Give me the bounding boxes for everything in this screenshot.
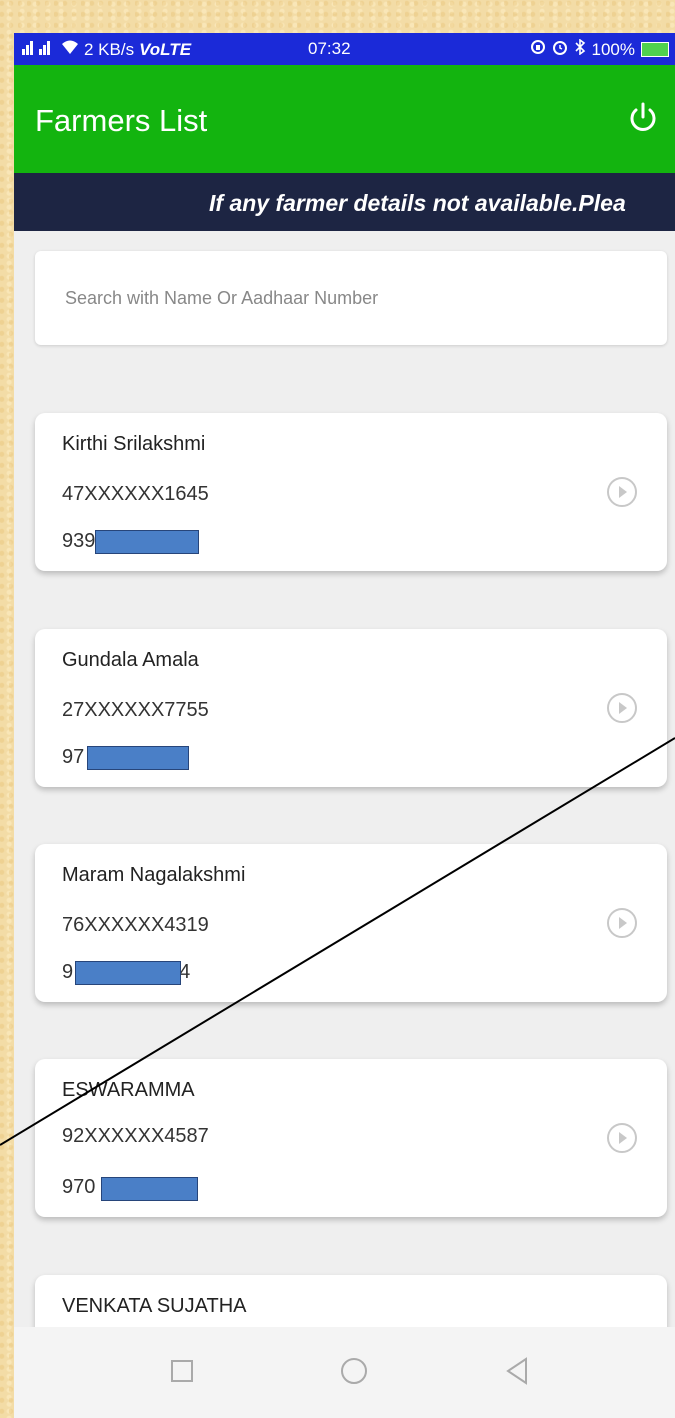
recents-square-icon[interactable]: [162, 1351, 202, 1391]
status-bar: 2 KB/s VoLTE 07:32 100%: [14, 33, 675, 65]
farmer-aadhaar: 27XXXXXX7755: [62, 699, 209, 721]
farmer-phone: 970: [62, 1176, 96, 1198]
phone-screen: 2 KB/s VoLTE 07:32 100% Farmers List If …: [14, 33, 675, 1418]
play-arrow-icon[interactable]: [605, 1121, 639, 1155]
search-box[interactable]: [35, 251, 667, 345]
farmer-card[interactable]: Maram Nagalakshmi 76XXXXXX4319 94: [35, 844, 667, 1002]
back-triangle-icon[interactable]: [498, 1351, 538, 1391]
farmer-name: Maram Nagalakshmi: [62, 864, 246, 886]
system-nav-bar: [14, 1327, 675, 1418]
app-bar: Farmers List: [14, 65, 675, 173]
farmer-name: Gundala Amala: [62, 649, 199, 671]
farmer-aadhaar: 92XXXXXX4587: [62, 1125, 209, 1147]
network-speed: 2 KB/s: [84, 39, 135, 59]
redaction-mask: [101, 1177, 198, 1201]
signal-icon: [22, 39, 56, 60]
lock-rotation-icon: [530, 39, 546, 60]
bluetooth-icon: [574, 38, 586, 60]
redaction-mask: [95, 530, 199, 554]
redaction-mask: [87, 746, 189, 770]
farmer-card[interactable]: ESWARAMMA 92XXXXXX4587 970: [35, 1059, 667, 1217]
home-circle-icon[interactable]: [334, 1351, 374, 1391]
farmer-phone: 939: [62, 530, 96, 552]
play-arrow-icon[interactable]: [605, 691, 639, 725]
farmer-aadhaar: 47XXXXXX1645: [62, 483, 209, 505]
notice-banner: If any farmer details not available.Plea: [14, 173, 675, 231]
wifi-icon: [61, 39, 79, 60]
farmer-card[interactable]: Gundala Amala 27XXXXXX7755 97: [35, 629, 667, 787]
farmer-phone: 97: [62, 746, 85, 768]
notice-text: If any farmer details not available.Plea: [209, 190, 626, 216]
play-arrow-icon[interactable]: [605, 906, 639, 940]
play-arrow-icon[interactable]: [605, 475, 639, 509]
farmer-name: ESWARAMMA: [62, 1079, 195, 1101]
farmer-name: VENKATA SUJATHA: [62, 1295, 247, 1317]
page-title: Farmers List: [35, 103, 208, 138]
battery-level: 100%: [591, 39, 635, 59]
farmer-card[interactable]: Kirthi Srilakshmi 47XXXXXX1645 939: [35, 413, 667, 571]
power-icon[interactable]: [625, 100, 661, 136]
redaction-mask: [75, 961, 181, 985]
search-input[interactable]: [63, 279, 647, 317]
farmer-aadhaar: 76XXXXXX4319: [62, 914, 209, 936]
clock: 07:32: [308, 39, 351, 58]
farmer-name: Kirthi Srilakshmi: [62, 433, 206, 455]
alarm-icon: [552, 39, 568, 60]
battery-icon: [641, 42, 669, 57]
volte-indicator: VoLTE: [139, 39, 192, 59]
